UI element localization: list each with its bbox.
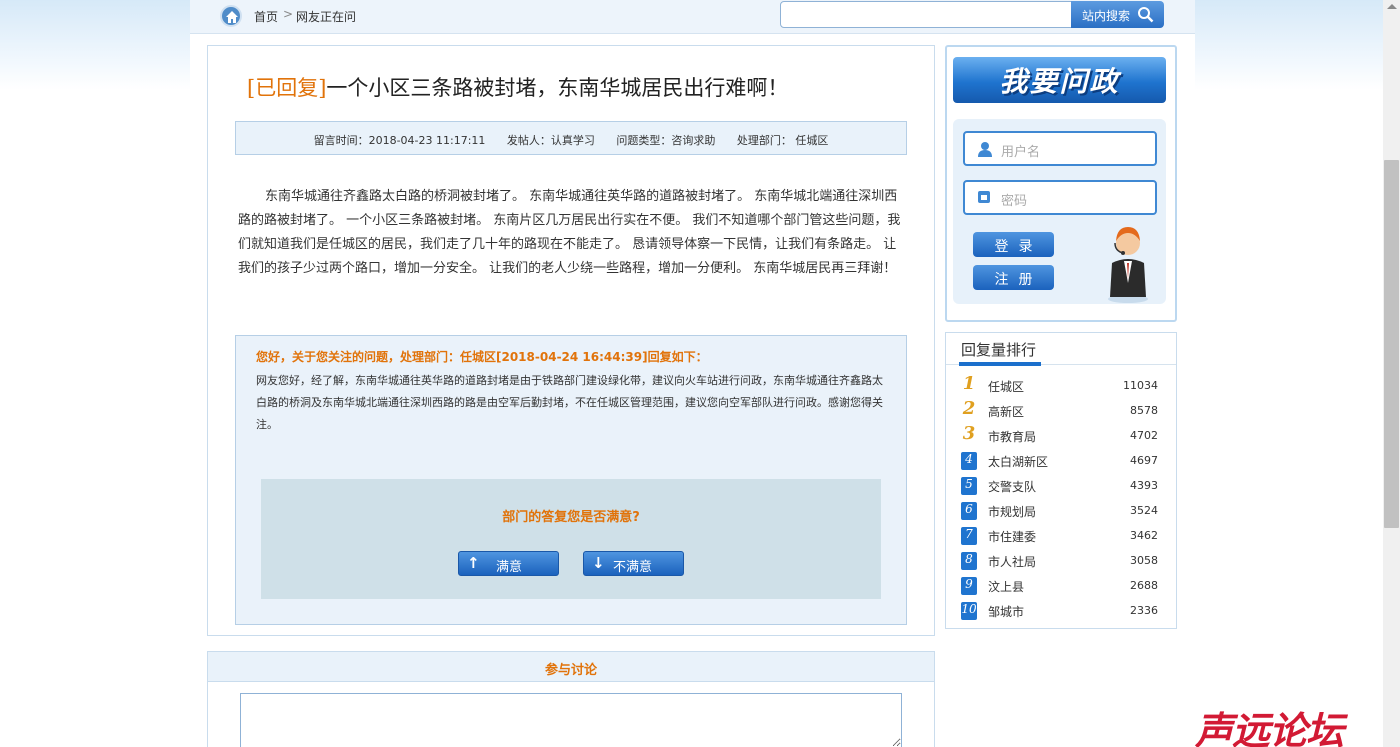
scroll-up-arrow-icon[interactable] <box>1387 4 1397 9</box>
rank-reply-count: 3524 <box>1130 504 1158 517</box>
rank-dept-name: 市人社局 <box>988 555 1037 569</box>
rank-dept-name: 任城区 <box>988 380 1025 394</box>
ranking-item[interactable]: 1 任城区 11034 <box>959 373 1159 396</box>
rank-reply-count: 8578 <box>1130 404 1158 417</box>
reply-header: 您好，关于您关注的问题，处理部门：任城区[2018-04-24 16:44:39… <box>256 350 708 364</box>
rank-number: 8 <box>961 552 977 570</box>
satisfied-label: 满意 <box>496 560 523 575</box>
breadcrumb-current: 网友正在问 <box>296 10 357 24</box>
ranking-title-underline <box>959 362 1041 366</box>
rank-reply-count: 4697 <box>1130 454 1158 467</box>
unsatisfied-label: 不满意 <box>613 560 653 575</box>
breadcrumb-separator-icon: > <box>283 7 294 21</box>
home-icon[interactable] <box>220 5 242 27</box>
rank-reply-count: 3058 <box>1130 554 1158 567</box>
reply-body: 网友您好，经了解，东南华城通往英华路的道路封堵是由于铁路部门建设绿化带，建议向火… <box>256 374 883 431</box>
rank-number: 10 <box>961 602 977 620</box>
rank-number: 3 <box>962 423 976 444</box>
rank-reply-count: 2688 <box>1130 579 1158 592</box>
handling-dept: 处理部门： 任城区 <box>736 134 829 147</box>
rank-number: 7 <box>961 527 977 545</box>
post-time: 留言时间：2018-04-23 11:17:11 <box>313 134 486 147</box>
rank-dept-name: 交警支队 <box>988 480 1037 494</box>
arrow-down-icon: ↓ <box>592 554 605 572</box>
status-tag: [已回复] <box>247 76 327 100</box>
rank-reply-count: 4702 <box>1130 429 1158 442</box>
rank-number: 1 <box>962 373 976 394</box>
discussion-textarea[interactable] <box>240 693 902 747</box>
rank-reply-count: 11034 <box>1123 379 1158 392</box>
question-type: 问题类型：咨询求助 <box>616 134 716 147</box>
rank-dept-name: 高新区 <box>988 405 1025 419</box>
ask-banner-button[interactable]: 我要问政 <box>953 57 1166 103</box>
satisfaction-question: 部门的答复您是否满意? <box>502 510 640 525</box>
rank-number: 4 <box>961 452 977 470</box>
rank-reply-count: 2336 <box>1130 604 1158 617</box>
ranking-item[interactable]: 7 市住建委 3462 <box>959 526 1159 546</box>
rank-number: 9 <box>961 577 977 595</box>
header-decoration-left <box>0 0 190 90</box>
breadcrumb-home-link[interactable]: 首页 <box>254 8 278 25</box>
ranking-item[interactable]: 10 邹城市 2336 <box>959 601 1159 621</box>
header-decoration-right <box>1195 0 1385 90</box>
ranking-item[interactable]: 6 市规划局 3524 <box>959 501 1159 521</box>
article-content: 东南华城通往齐鑫路太白路的桥洞被封堵了。 东南华城通往英华路的道路被封堵了。 东… <box>238 189 901 276</box>
rank-number: 5 <box>961 477 977 495</box>
article-title-line: [已回复]一个小区三条路被封堵，东南华城居民出行难啊！ <box>247 72 897 102</box>
scrollbar-thumb[interactable] <box>1384 160 1399 528</box>
rank-dept-name: 太白湖新区 <box>988 455 1049 469</box>
password-placeholder: 密码 <box>1001 194 1028 209</box>
customer-service-agent-icon <box>1108 227 1148 303</box>
forum-watermark: 声远论坛 <box>1195 709 1344 747</box>
discussion-header: 参与讨论 <box>207 651 935 682</box>
ranking-item[interactable]: 8 市人社局 3058 <box>959 551 1159 571</box>
password-field[interactable]: 密码 <box>963 180 1157 215</box>
rank-dept-name: 邹城市 <box>988 605 1025 619</box>
ranking-item[interactable]: 4 太白湖新区 4697 <box>959 451 1159 471</box>
ranking-item[interactable]: 2 高新区 8578 <box>959 398 1159 421</box>
article-title: 一个小区三条路被封堵，东南华城居民出行难啊！ <box>326 76 789 100</box>
ranking-item[interactable]: 5 交警支队 4393 <box>959 476 1159 496</box>
rank-dept-name: 市规划局 <box>988 505 1037 519</box>
lock-icon <box>978 191 990 203</box>
unsatisfied-button[interactable]: ↓ 不满意 <box>583 551 684 576</box>
rank-reply-count: 4393 <box>1130 479 1158 492</box>
search-icon <box>1138 7 1154 23</box>
ranking-item[interactable]: 9 汶上县 2688 <box>959 576 1159 596</box>
site-search-input[interactable] <box>780 1 1072 28</box>
site-search-button-label: 站内搜索 <box>1082 9 1131 23</box>
rank-dept-name: 市住建委 <box>988 530 1037 544</box>
site-search-button[interactable]: 站内搜索 <box>1071 1 1164 28</box>
username-placeholder: 用户名 <box>1001 145 1041 160</box>
rank-number: 6 <box>961 502 977 520</box>
ranking-item[interactable]: 3 市教育局 4702 <box>959 423 1159 446</box>
user-icon <box>978 142 992 157</box>
register-button[interactable]: 注册 <box>973 265 1054 290</box>
ranking-title: 回复量排行 <box>961 341 1037 359</box>
article-meta-bar: 留言时间：2018-04-23 11:17:11 发帖人：认真学习 问题类型：咨… <box>235 121 907 155</box>
rank-number: 2 <box>962 398 976 419</box>
rank-dept-name: 市教育局 <box>988 430 1037 444</box>
username-field[interactable]: 用户名 <box>963 131 1157 166</box>
rank-dept-name: 汶上县 <box>988 580 1025 594</box>
satisfaction-panel <box>261 479 881 599</box>
satisfied-button[interactable]: ↑ 满意 <box>458 551 559 576</box>
arrow-up-icon: ↑ <box>467 554 480 572</box>
rank-reply-count: 3462 <box>1130 529 1158 542</box>
poster: 发帖人：认真学习 <box>506 134 595 147</box>
login-button[interactable]: 登录 <box>973 232 1054 257</box>
